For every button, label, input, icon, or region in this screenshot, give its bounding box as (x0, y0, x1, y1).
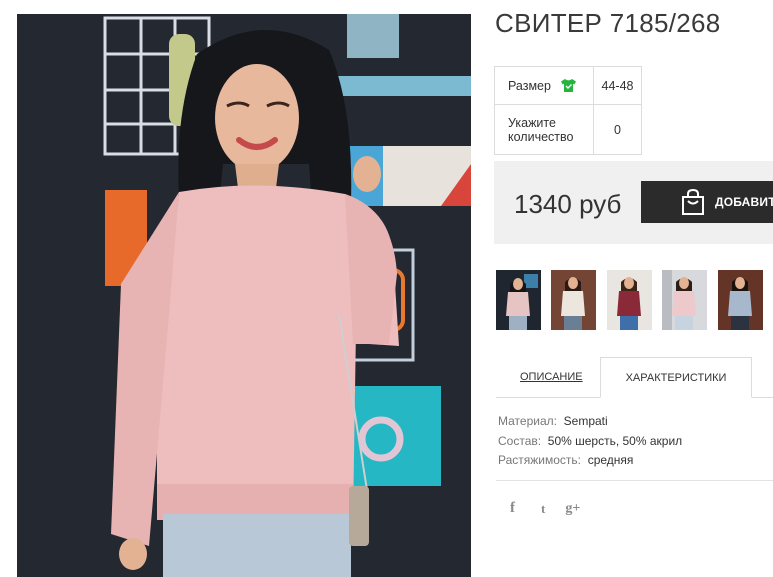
buy-box: 1340 руб ДОБАВИТЬ (494, 161, 773, 244)
quantity-input[interactable]: 0 (593, 104, 642, 155)
spec-value: 50% шерсть, 50% акрил (547, 433, 683, 448)
googleplus-icon[interactable]: g+ (565, 501, 580, 517)
thumbnail-image (718, 270, 763, 330)
product-title: СВИТЕР 7185/268 (495, 8, 721, 38)
thumbnail-5[interactable] (718, 270, 763, 330)
size-chart-icon[interactable] (560, 78, 577, 93)
spec-key: Растяжимость: (498, 453, 582, 467)
shopping-bag-icon (682, 188, 704, 215)
quantity-label: Укажите количество (494, 104, 594, 155)
product-page: СВИТЕР 7185/268 Размер 44-48 Укажите кол… (0, 0, 773, 577)
twitter-icon[interactable]: t (541, 501, 545, 517)
add-to-cart-label: ДОБАВИТЬ (715, 195, 773, 209)
thumbnail-1[interactable] (496, 270, 541, 330)
size-select[interactable]: 44-48 (593, 66, 642, 105)
product-price: 1340 руб (514, 189, 622, 219)
thumbnail-image (662, 270, 707, 330)
thumbnail-3[interactable] (607, 270, 652, 330)
size-label: Размер (508, 78, 551, 93)
spec-row-stretch: Растяжимость: средняя (498, 451, 682, 471)
tab-characteristics[interactable]: ХАРАКТЕРИСТИКИ (600, 357, 752, 398)
social-share: f t g+ (510, 500, 580, 517)
spec-key: Материал: (498, 414, 557, 428)
social-divider (496, 480, 773, 481)
thumbnail-image (607, 270, 652, 330)
spec-row-material: Материал: Sempati (498, 412, 682, 432)
spec-key: Состав: (498, 433, 542, 448)
add-to-cart-button[interactable]: ДОБАВИТЬ (641, 181, 773, 223)
facebook-icon[interactable]: f (510, 500, 515, 517)
sweater-model-image (17, 14, 471, 577)
product-options-table: Размер 44-48 Укажите количество 0 (494, 66, 642, 155)
spec-row-composition: Состав: 50% шерсть, 50% акрил (498, 432, 682, 452)
product-tabs: ОПИСАНИЕ ХАРАКТЕРИСТИКИ (496, 357, 773, 398)
characteristics-list: Материал: Sempati Состав: 50% шерсть, 50… (498, 412, 682, 471)
size-label-cell: Размер (494, 66, 594, 105)
spec-value: средняя (587, 453, 634, 467)
thumbnail-image (551, 270, 596, 330)
product-main-photo[interactable] (17, 14, 471, 577)
thumbnail-4[interactable] (662, 270, 707, 330)
thumbnail-image (496, 270, 541, 330)
thumbnail-2[interactable] (551, 270, 596, 330)
tab-description[interactable]: ОПИСАНИЕ (520, 371, 583, 383)
spec-value: Sempati (563, 414, 608, 428)
